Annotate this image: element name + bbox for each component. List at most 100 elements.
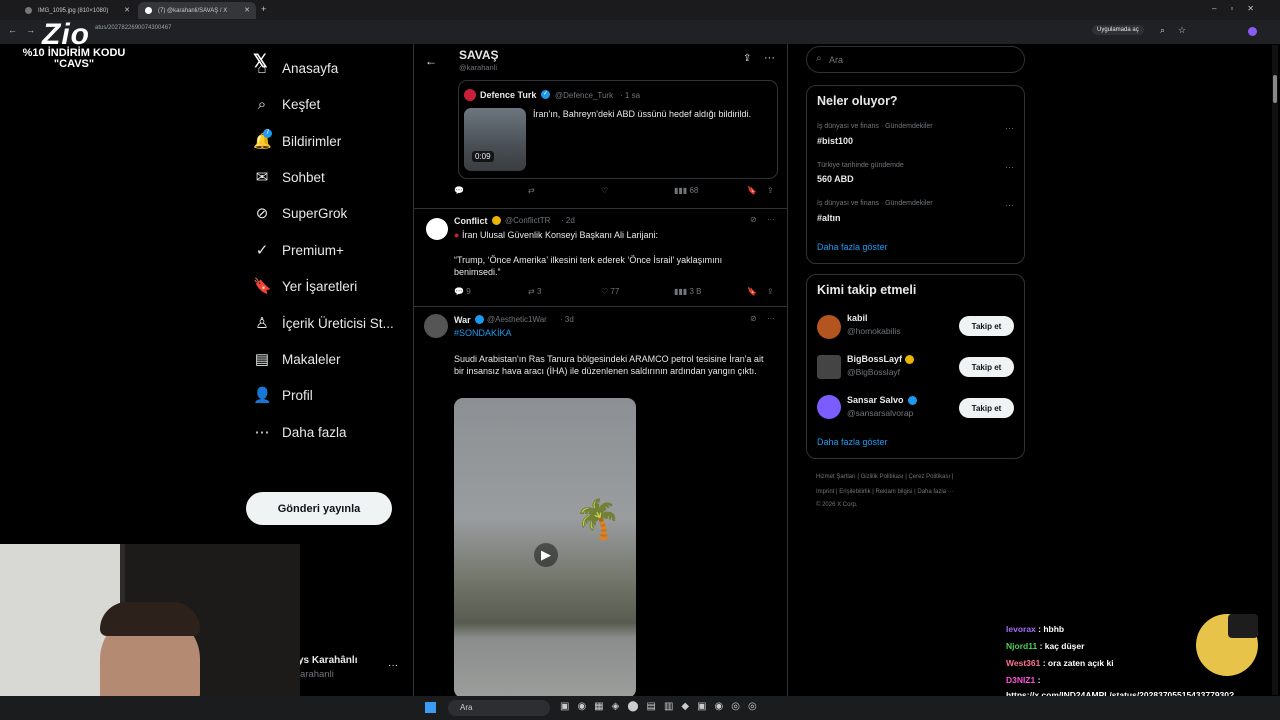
more-icon[interactable]: ··· — [764, 52, 775, 64]
chat-username: West361 — [1006, 658, 1041, 668]
share-icon[interactable]: ⇪ — [767, 287, 774, 296]
like-icon[interactable]: ♡ — [601, 186, 608, 195]
taskbar-search[interactable]: Ara — [448, 700, 550, 716]
back-arrow-icon[interactable]: ← — [425, 54, 437, 68]
footer-links[interactable]: Hizmet Şartları | Gizlilik Politikası | … — [816, 474, 953, 480]
follow-button[interactable]: Takip et — [959, 398, 1014, 418]
more-icon[interactable]: ··· — [767, 314, 775, 323]
avatar[interactable] — [817, 395, 841, 419]
close-icon[interactable]: ✕ — [124, 6, 130, 14]
more-icon[interactable]: ··· — [1005, 200, 1014, 210]
quoted-tweet[interactable]: Defence Turk ✓ @Defence_Turk · 1 sa 0:09… — [458, 80, 778, 179]
like-count: 77 — [610, 287, 620, 296]
star-icon[interactable]: ☆ — [1178, 25, 1186, 36]
bookmark-icon[interactable]: 🔖 — [747, 287, 757, 296]
scrollbar-thumb[interactable] — [1273, 75, 1277, 103]
more-icon[interactable]: ··· — [1005, 162, 1014, 172]
nav-item-bookmark[interactable]: 🔖 Yer İşaretleri — [253, 271, 357, 301]
bookmark-icon[interactable]: 🔖 — [747, 186, 757, 195]
follow-button[interactable]: Takip et — [959, 357, 1014, 377]
nav-item-person[interactable]: 👤 Profil — [253, 380, 313, 410]
follow-name[interactable]: Sansar Salvo — [847, 395, 904, 405]
follow-button[interactable]: Takip et — [959, 316, 1014, 336]
post-button[interactable]: Gönderi yayınla — [246, 492, 392, 525]
repost-button[interactable]: ⇄ 3 — [528, 287, 541, 296]
play-icon[interactable]: ▶ — [534, 543, 558, 567]
views-count: 68 — [689, 186, 699, 195]
nav-item-label: Anasayfa — [282, 60, 339, 76]
nav-item-home[interactable]: ⌂ Anasayfa — [253, 53, 338, 83]
more-icon[interactable]: ··· — [388, 660, 398, 671]
follow-name[interactable]: kabil — [847, 313, 868, 323]
nav-item-search[interactable]: ⌕ Keşfet — [253, 89, 320, 119]
avatar[interactable] — [817, 315, 841, 339]
trend-item[interactable]: 560 ABD — [817, 174, 854, 184]
scrollbar[interactable] — [1272, 45, 1278, 695]
window-controls[interactable]: –▫✕ — [1212, 4, 1268, 13]
nav-item-more-circle[interactable]: ⋯ Daha fazla — [253, 417, 347, 447]
os-taskbar: Ara ▣◉▦◈⬤▤▥◆▣◉◎◎ — [0, 696, 1280, 720]
show-more-link[interactable]: Daha fazla göster — [817, 242, 888, 252]
nav-item-bell[interactable]: 🔔 7 Bildirimler — [253, 126, 341, 156]
account-name[interactable]: ys Karahânlı — [298, 655, 357, 666]
palm-tree-icon: 🌴 — [574, 499, 622, 541]
nav-item-verified[interactable]: ✓ Premium+ — [253, 235, 344, 265]
open-in-app-button[interactable]: Uygulamada aç — [1092, 25, 1144, 35]
main-feed: ← SAVAŞ @karahanli ⇪ ··· Defence Turk ✓ … — [413, 44, 788, 696]
trend-meta: Türkiye tarihinde gündemde — [817, 162, 904, 169]
taskbar-apps[interactable]: ▣◉▦◈⬤▤▥◆▣◉◎◎ — [560, 701, 765, 712]
hashtag-link[interactable]: #SONDAKİKA — [454, 328, 512, 338]
more-icon[interactable]: ··· — [1005, 123, 1014, 133]
tab-title: (7) @karahanli/SAVAŞ / X — [158, 7, 228, 14]
tab-title: IMG_1095.jpg (810×1080) — [38, 7, 109, 14]
tab-image[interactable]: IMG_1095.jpg (810×1080) ✕ — [18, 2, 136, 19]
tweet-video[interactable]: ▶ 🌴 — [454, 398, 636, 696]
chat-text: : — [1037, 675, 1041, 685]
repost-icon[interactable]: ⇄ — [528, 186, 535, 195]
back-icon[interactable]: ← — [8, 25, 17, 35]
nav-item-creator[interactable]: ♙ İçerik Üreticisi St... — [253, 308, 394, 338]
nav-item-label: Sohbet — [282, 169, 325, 185]
show-more-link[interactable]: Daha fazla göster — [817, 437, 888, 447]
nav-item-article[interactable]: ▤ Makaleler — [253, 344, 341, 374]
zoom-icon[interactable]: ⌕ — [1160, 25, 1165, 36]
forward-icon[interactable]: → — [26, 25, 35, 35]
promo-code: %10 İNDİRİM KODU "CAVS" — [22, 48, 126, 70]
avatar[interactable] — [426, 218, 448, 240]
author-name[interactable]: War — [454, 315, 471, 325]
grok-icon[interactable]: ⊘ — [750, 215, 757, 224]
tab-x[interactable]: (7) @karahanli/SAVAŞ / X ✕ — [138, 2, 256, 19]
reply-button[interactable]: 💬 9 — [454, 287, 471, 296]
author-name[interactable]: Conflict — [454, 216, 488, 226]
video-thumbnail[interactable]: 0:09 — [464, 108, 526, 171]
share-icon[interactable]: ⇪ — [743, 53, 751, 64]
reply-icon[interactable]: 💬 — [454, 186, 464, 195]
more-icon[interactable]: ··· — [767, 215, 775, 224]
trend-item[interactable]: #altın — [817, 213, 841, 223]
footer-links[interactable]: Imprint | Erişilebilirlik | Reklam bilgi… — [816, 489, 954, 495]
address-bar[interactable]: atus/2027822690074300467 — [95, 25, 171, 31]
views-stat[interactable]: ▮▮▮ 3 B — [674, 287, 701, 296]
avatar[interactable] — [424, 314, 448, 338]
author-name[interactable]: Defence Turk — [480, 90, 536, 100]
new-tab-button[interactable]: + — [261, 4, 266, 14]
nav-item-mail[interactable]: ✉ Sohbet — [253, 162, 325, 192]
grok-icon[interactable]: ⊘ — [750, 314, 757, 323]
avatar[interactable] — [817, 355, 841, 379]
trend-item[interactable]: #bist100 — [817, 136, 853, 146]
timestamp: · 3d — [560, 315, 574, 324]
profile-avatar[interactable] — [1248, 27, 1257, 36]
like-button[interactable]: ♡ 77 — [601, 287, 619, 296]
search-input[interactable]: ⌕ Ara — [806, 46, 1025, 73]
windows-start-icon[interactable] — [425, 702, 436, 713]
close-icon[interactable]: ✕ — [244, 6, 250, 14]
follow-name[interactable]: BigBossLayf — [847, 354, 902, 364]
nav-item-grok[interactable]: ⊘ SuperGrok — [253, 198, 348, 228]
quoted-text: İran'ın, Bahreyn'deki ABD üssünü hedef a… — [533, 109, 752, 119]
share-icon[interactable]: ⇪ — [767, 186, 774, 195]
chat-text: : ora zaten açık ki — [1042, 658, 1114, 668]
repost-count: 3 — [536, 287, 542, 296]
views-stat[interactable]: ▮▮▮ 68 — [674, 186, 698, 195]
trend-meta: İş dünyası ve finans · Gündemdekiler — [817, 123, 933, 130]
author-handle: @ConflictTR — [505, 216, 551, 225]
